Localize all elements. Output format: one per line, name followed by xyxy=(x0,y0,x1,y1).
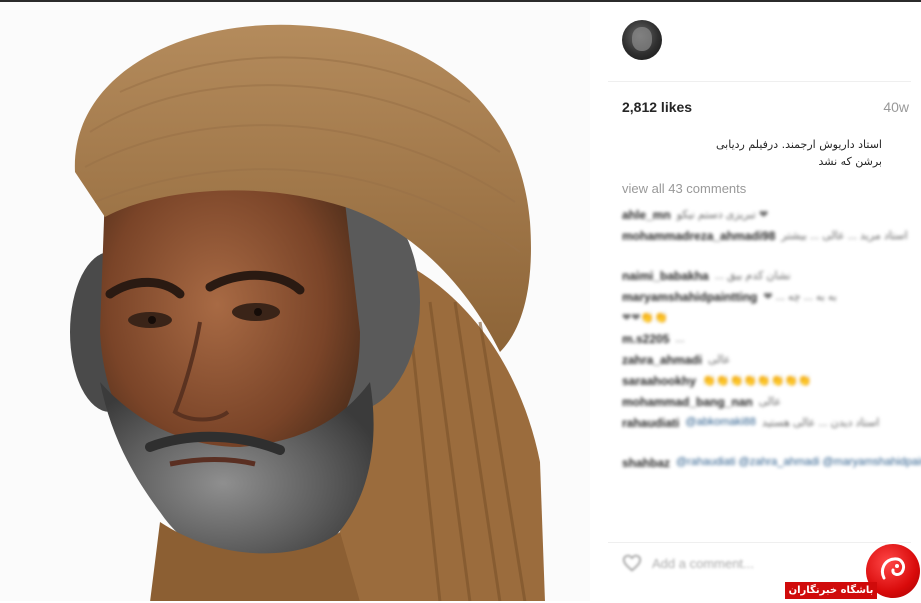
comment-row: mohammad_bang_nan عالی xyxy=(622,391,902,412)
comment-text: عالی xyxy=(758,396,782,408)
comment-text: نشان کدم بیق ... xyxy=(714,270,791,282)
post-details-panel: 2,812 likes 40w استاد داریوش ارجمند. درف… xyxy=(590,2,921,601)
comment-mention[interactable]: @rahaudiati @zahra_ahmadi @maryamshahidp… xyxy=(676,456,921,468)
comment-text: استاد دیدن ... عالی هستید xyxy=(761,417,880,429)
post-age[interactable]: 40w xyxy=(883,99,909,115)
comment-username[interactable]: maryamshahidpaintting xyxy=(622,290,757,304)
comments-list: ahle_mn ❤ تبریزی دستم نیکو mohammadreza_ah… xyxy=(622,204,921,492)
post-caption: استاد داریوش ارجمند. درفیلم ردیابی برشن … xyxy=(612,136,882,170)
comment-username[interactable]: shahbaz xyxy=(622,456,670,470)
comment-row: maryamshahidpaintting به به ... چه ... ❤ xyxy=(622,286,902,307)
comment-text: ❤ تبریزی دستم نیکو xyxy=(676,209,769,221)
comment-username[interactable]: rahaudiati xyxy=(622,416,679,430)
comment-username[interactable]: ahle_mn xyxy=(622,208,671,222)
comment-row: naimi_babakha نشان کدم بیق ... xyxy=(622,265,902,286)
comment-username[interactable]: saraahookhy xyxy=(622,374,696,388)
comment-text: استاد مرید ... عالی ... بیشتر xyxy=(781,230,908,242)
portrait-image xyxy=(70,24,545,601)
comment-row: saraahookhy 👏👏👏👏👏👏👏👏 xyxy=(622,370,902,391)
header-divider xyxy=(608,81,911,82)
comment-username[interactable]: mohammad_bang_nan xyxy=(622,395,753,409)
comment-mention[interactable]: @abkomaki88 xyxy=(685,416,755,428)
comment-row: rahaudiati @abkomaki88 استاد دیدن ... عالی… xyxy=(622,412,902,452)
comment-row: m.s2205... xyxy=(622,328,902,349)
comment-text: عالی xyxy=(708,354,731,366)
avatar-silhouette xyxy=(632,27,652,51)
comment-row: zahra_ahmadi عالی xyxy=(622,349,902,370)
comment-row: mohammadreza_ahmadi98 استاد مرید ... عالی… xyxy=(622,225,908,265)
profile-avatar[interactable] xyxy=(622,20,662,60)
comment-row: shahbaz @rahaudiati @zahra_ahmadi @maryam… xyxy=(622,452,921,492)
view-all-comments-link[interactable]: view all 43 comments xyxy=(622,181,746,196)
comment-row: 👏👏❤❤ xyxy=(622,307,902,328)
comment-username[interactable]: m.s2205 xyxy=(622,332,669,346)
comment-row: ahle_mn ❤ تبریزی دستم نیکو xyxy=(622,204,902,225)
likes-count[interactable]: 2,812 likes xyxy=(622,99,692,115)
comment-divider xyxy=(608,542,911,543)
comment-text: به به ... چه ... ❤ xyxy=(763,291,837,303)
post-photo[interactable] xyxy=(0,2,590,601)
watermark-label: باشگاه خبرنگاران xyxy=(785,582,877,599)
comment-username[interactable]: naimi_babakha xyxy=(622,269,709,283)
heart-outline-icon[interactable] xyxy=(622,554,642,572)
add-comment-input[interactable]: Add a comment... xyxy=(652,556,754,571)
comment-username[interactable]: mohammadreza_ahmadi98 xyxy=(622,229,775,243)
comment-text: 👏👏👏👏👏👏👏👏 xyxy=(702,375,812,387)
add-comment-row: Add a comment... xyxy=(622,554,754,572)
comment-username[interactable]: zahra_ahmadi xyxy=(622,353,702,367)
caption-line-2: برشن که نشد xyxy=(818,155,883,168)
comment-text: 👏👏❤❤ xyxy=(622,312,668,324)
caption-line-1: استاد داریوش ارجمند. درفیلم ردیابی xyxy=(716,138,882,151)
comment-text: ... xyxy=(675,332,685,345)
